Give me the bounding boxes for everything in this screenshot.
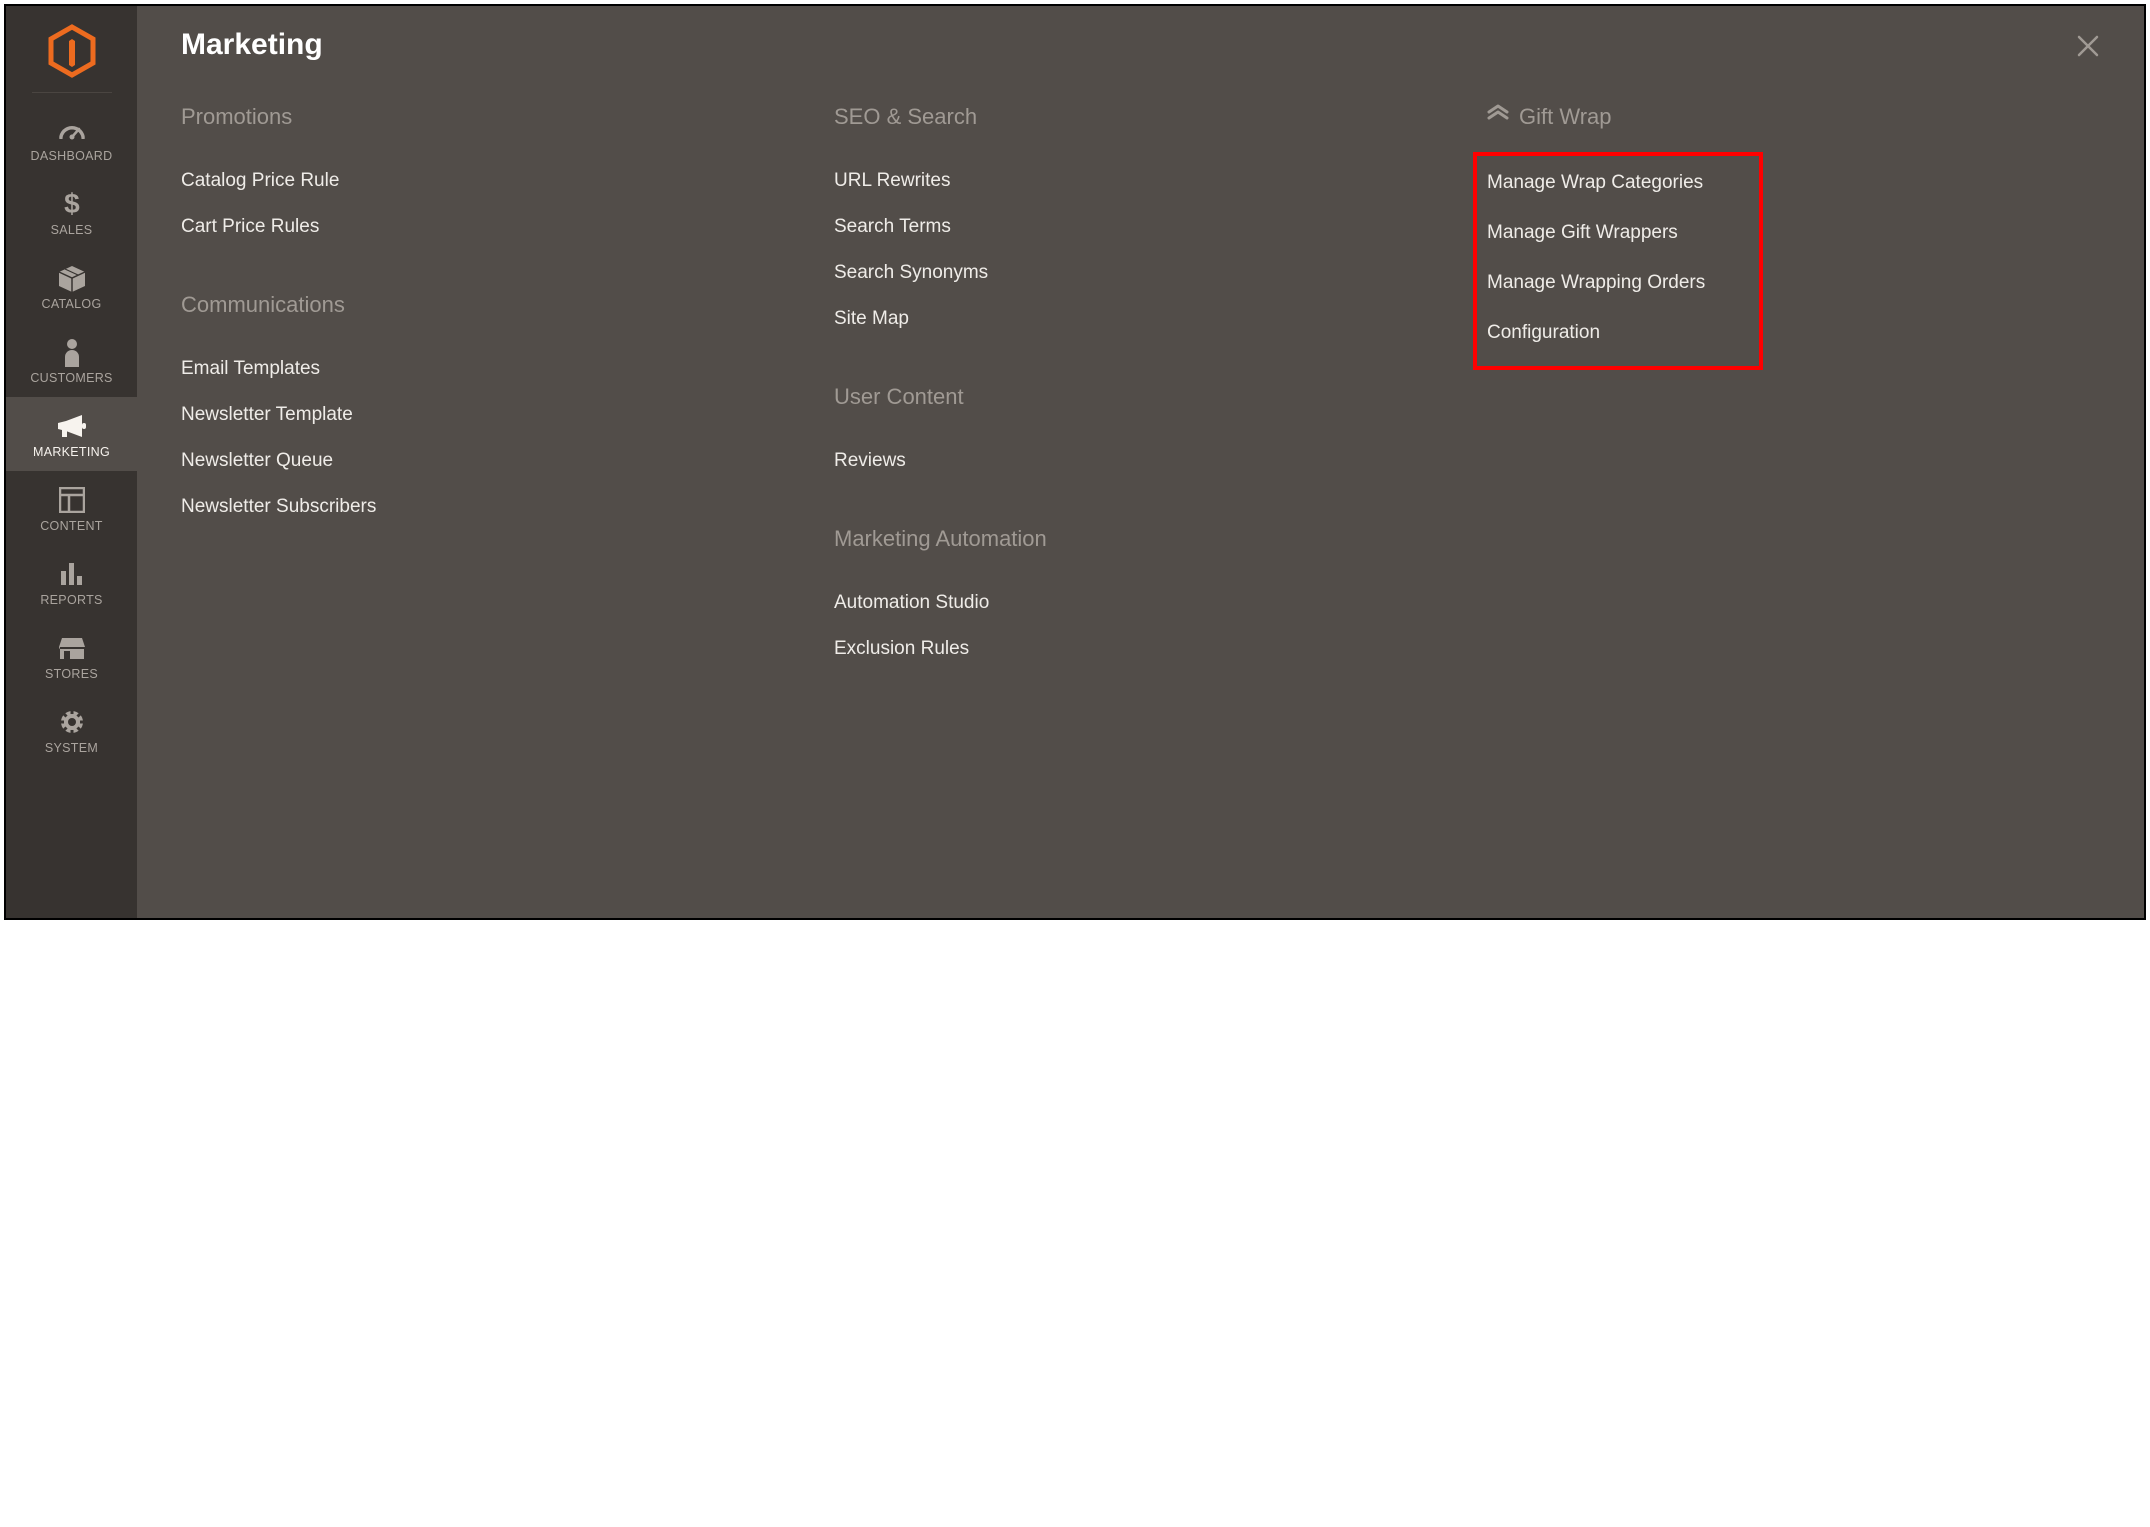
menu-link-email-templates[interactable]: Email Templates [181, 346, 794, 392]
menu-link-configuration[interactable]: Configuration [1487, 308, 1749, 358]
menu-link-url-rewrites[interactable]: URL Rewrites [834, 158, 1447, 204]
menu-link-exclusion-rules[interactable]: Exclusion Rules [834, 626, 1447, 672]
bar-chart-icon [59, 559, 85, 589]
magento-logo[interactable] [48, 6, 96, 92]
sidebar-label: CONTENT [40, 519, 103, 533]
section-heading-automation: Marketing Automation [834, 526, 1447, 552]
sidebar-label: SYSTEM [45, 741, 98, 755]
sidebar-item-customers[interactable]: CUSTOMERS [6, 323, 137, 397]
giftwrap-highlight: Manage Wrap Categories Manage Gift Wrapp… [1473, 152, 1763, 370]
megaphone-icon [56, 411, 88, 441]
layout-icon [59, 485, 85, 515]
section-marketing-automation: Marketing Automation Automation Studio E… [834, 526, 1447, 672]
sidebar-label: DASHBOARD [31, 149, 113, 163]
menu-link-search-terms[interactable]: Search Terms [834, 204, 1447, 250]
menu-link-search-synonyms[interactable]: Search Synonyms [834, 250, 1447, 296]
section-seo-search: SEO & Search URL Rewrites Search Terms S… [834, 104, 1447, 342]
menu-link-automation-studio[interactable]: Automation Studio [834, 580, 1447, 626]
sidebar-nav: DASHBOARD $ SALES CATALOG CUSTOMERS [6, 101, 137, 767]
section-heading-usercontent: User Content [834, 384, 1447, 410]
section-heading-giftwrap: Gift Wrap [1487, 104, 2100, 130]
sidebar-item-reports[interactable]: REPORTS [6, 545, 137, 619]
section-promotions: Promotions Catalog Price Rule Cart Price… [181, 104, 794, 250]
close-button[interactable] [2076, 34, 2100, 63]
section-heading-communications: Communications [181, 292, 794, 318]
menu-link-manage-gift-wrappers[interactable]: Manage Gift Wrappers [1487, 208, 1749, 258]
section-user-content: User Content Reviews [834, 384, 1447, 484]
dollar-icon: $ [62, 189, 82, 219]
gauge-icon [57, 115, 87, 145]
menu-link-manage-wrapping-orders[interactable]: Manage Wrapping Orders [1487, 258, 1749, 308]
section-heading-seo: SEO & Search [834, 104, 1447, 130]
sidebar-divider [32, 92, 112, 93]
flyout-title: Marketing [181, 28, 2100, 62]
flyout-columns: Promotions Catalog Price Rule Cart Price… [181, 104, 2100, 714]
admin-sidebar: DASHBOARD $ SALES CATALOG CUSTOMERS [6, 6, 137, 918]
menu-link-cart-price-rules[interactable]: Cart Price Rules [181, 204, 794, 250]
svg-text:$: $ [64, 189, 80, 219]
section-heading-text: Gift Wrap [1519, 104, 1612, 130]
section-heading-promotions: Promotions [181, 104, 794, 130]
flyout-col-3: Gift Wrap Manage Wrap Categories Manage … [1487, 104, 2100, 714]
section-communications: Communications Email Templates Newslette… [181, 292, 794, 530]
sidebar-label: SALES [51, 223, 93, 237]
sidebar-label: CUSTOMERS [30, 371, 112, 385]
section-gift-wrap: Gift Wrap Manage Wrap Categories Manage … [1487, 104, 2100, 370]
sidebar-item-sales[interactable]: $ SALES [6, 175, 137, 249]
menu-link-newsletter-subscribers[interactable]: Newsletter Subscribers [181, 484, 794, 530]
menu-link-manage-wrap-categories[interactable]: Manage Wrap Categories [1487, 158, 1749, 208]
close-icon [2076, 34, 2100, 58]
menu-link-reviews[interactable]: Reviews [834, 438, 1447, 484]
menu-link-catalog-price-rule[interactable]: Catalog Price Rule [181, 158, 794, 204]
box-icon [57, 263, 87, 293]
sidebar-item-catalog[interactable]: CATALOG [6, 249, 137, 323]
sidebar-label: MARKETING [33, 445, 110, 459]
flyout-col-2: SEO & Search URL Rewrites Search Terms S… [834, 104, 1447, 714]
admin-frame: DASHBOARD $ SALES CATALOG CUSTOMERS [4, 4, 2146, 920]
person-icon [62, 337, 82, 367]
menu-link-newsletter-template[interactable]: Newsletter Template [181, 392, 794, 438]
menu-link-site-map[interactable]: Site Map [834, 296, 1447, 342]
sidebar-label: STORES [45, 667, 98, 681]
sidebar-item-dashboard[interactable]: DASHBOARD [6, 101, 137, 175]
giftwrap-icon [1487, 104, 1509, 130]
flyout-col-1: Promotions Catalog Price Rule Cart Price… [181, 104, 794, 714]
marketing-flyout-panel: Marketing Promotions Catalog Price Rule … [137, 6, 2144, 918]
storefront-icon [57, 633, 87, 663]
sidebar-item-content[interactable]: CONTENT [6, 471, 137, 545]
gear-icon [59, 707, 85, 737]
sidebar-label: CATALOG [42, 297, 102, 311]
sidebar-label: REPORTS [40, 593, 102, 607]
menu-link-newsletter-queue[interactable]: Newsletter Queue [181, 438, 794, 484]
sidebar-item-stores[interactable]: STORES [6, 619, 137, 693]
sidebar-item-system[interactable]: SYSTEM [6, 693, 137, 767]
sidebar-item-marketing[interactable]: MARKETING [6, 397, 137, 471]
